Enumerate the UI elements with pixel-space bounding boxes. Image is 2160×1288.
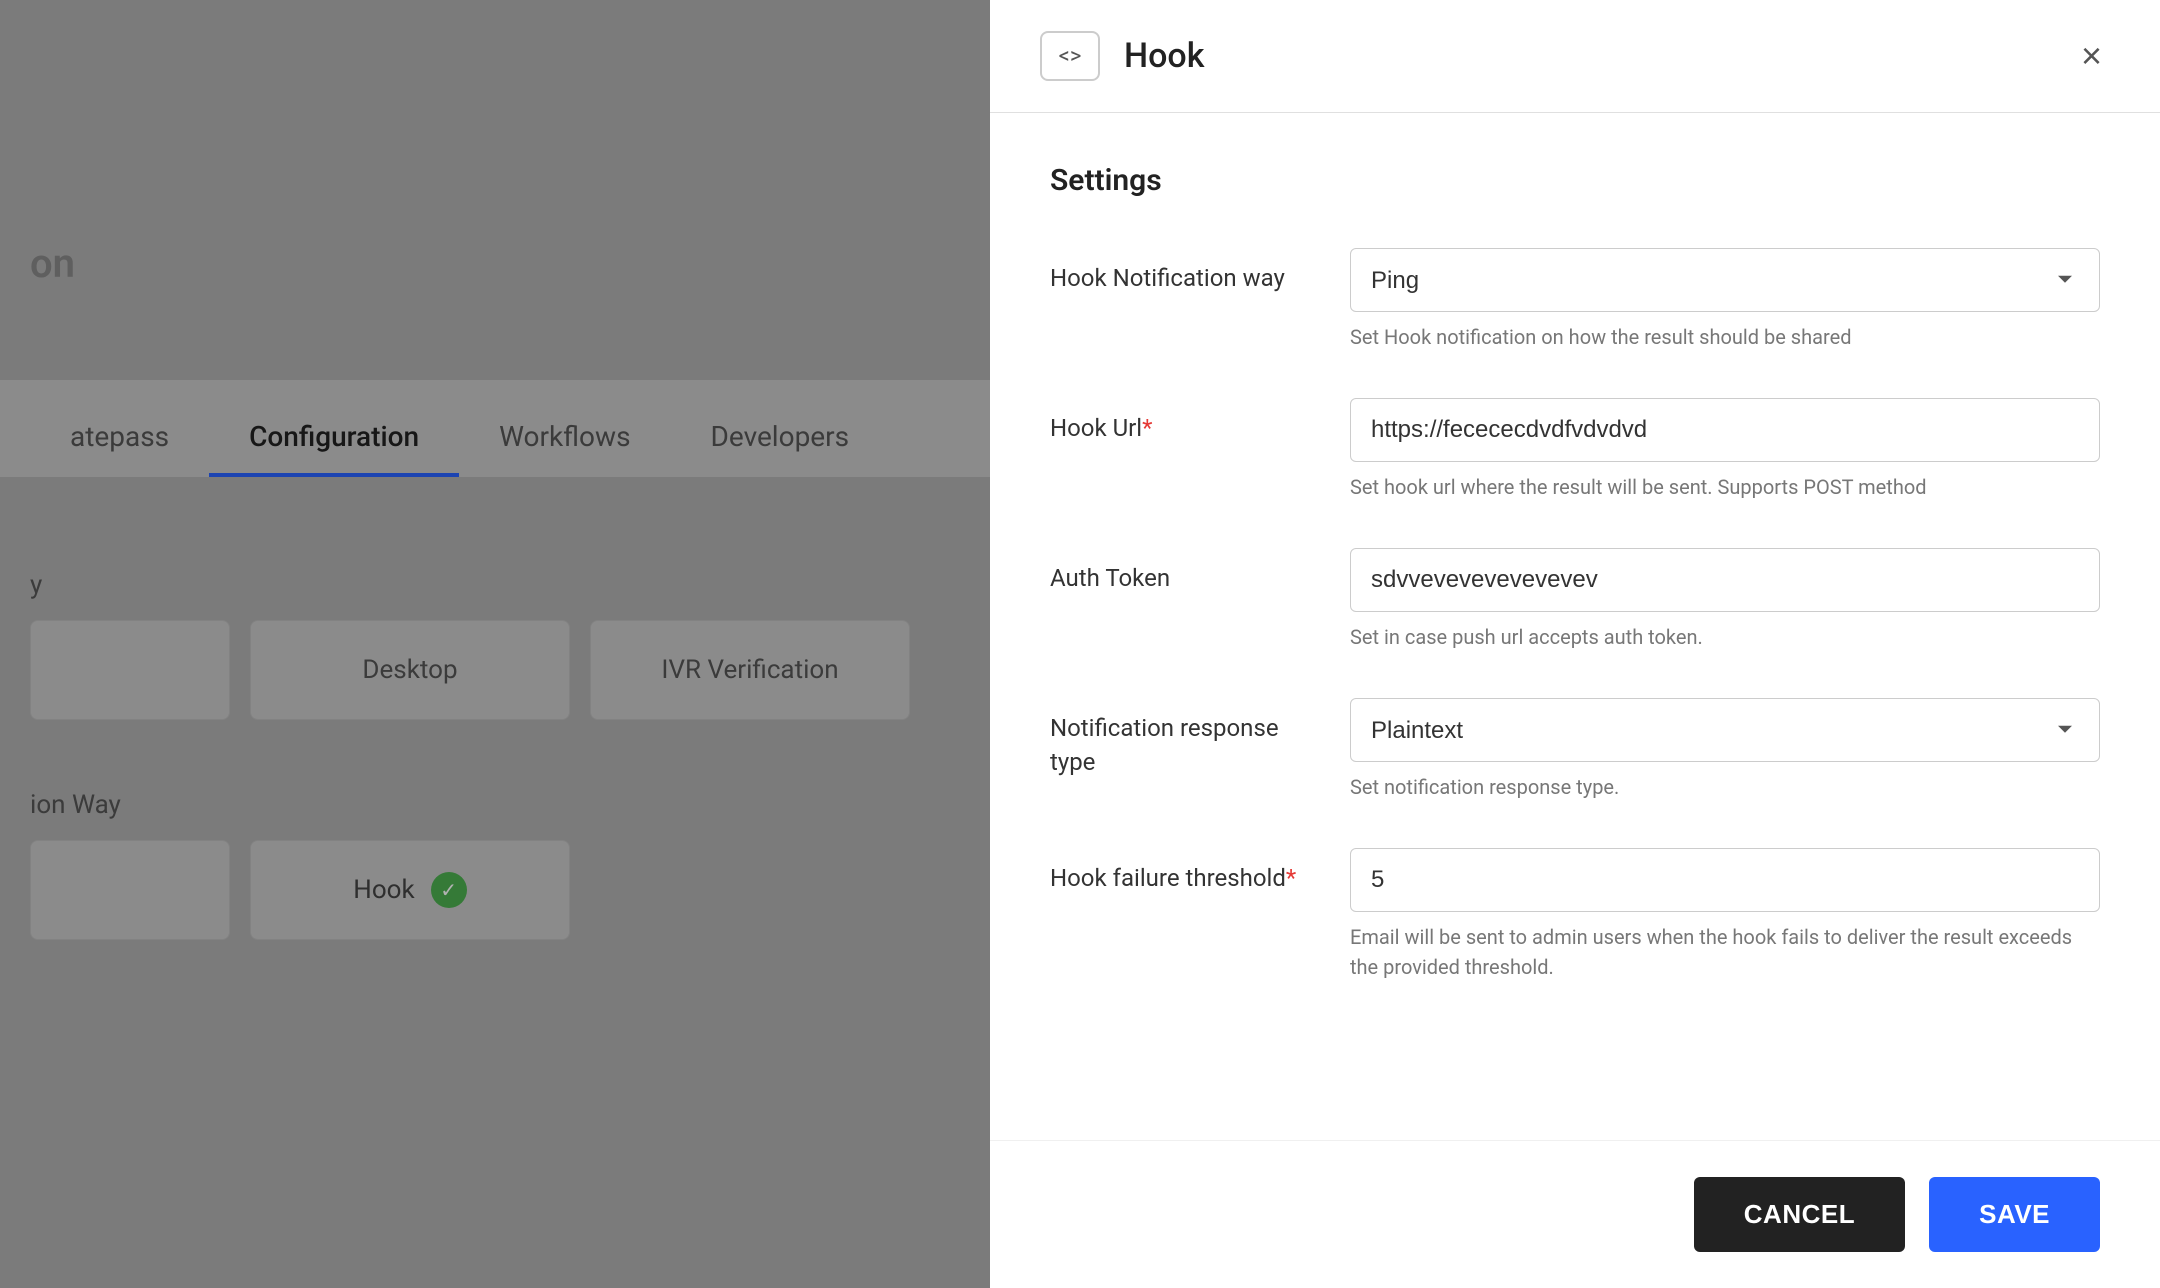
cancel-button[interactable]: CANCEL (1694, 1177, 1905, 1252)
form-row-response-type: Notification response type Plaintext JSO… (1050, 698, 2100, 802)
label-response-type: Notification response type (1050, 698, 1310, 779)
hint-auth-token: Set in case push url accepts auth token. (1350, 622, 2100, 652)
side-panel: <> Hook × Settings Hook Notification way… (990, 0, 2160, 1288)
code-icon: <> (1040, 31, 1100, 81)
label-hook-notification-way: Hook Notification way (1050, 248, 1310, 296)
field-wrap-hook-url: Set hook url where the result will be se… (1350, 398, 2100, 502)
settings-title: Settings (1050, 163, 2100, 198)
form-row-notification-way: Hook Notification way Ping Push Pull Set… (1050, 248, 2100, 352)
panel-header-left: <> Hook (1040, 31, 1204, 81)
hint-failure-threshold: Email will be sent to admin users when t… (1350, 922, 2100, 982)
label-hook-url: Hook Url* (1050, 398, 1310, 446)
field-wrap-failure-threshold: Email will be sent to admin users when t… (1350, 848, 2100, 982)
field-wrap-auth-token: Set in case push url accepts auth token. (1350, 548, 2100, 652)
close-button[interactable]: × (2073, 30, 2110, 82)
input-hook-url[interactable] (1350, 398, 2100, 462)
hint-hook-url: Set hook url where the result will be se… (1350, 472, 2100, 502)
label-auth-token: Auth Token (1050, 548, 1310, 596)
select-notification-response-type[interactable]: Plaintext JSON XML (1350, 698, 2100, 762)
panel-header: <> Hook × (990, 0, 2160, 113)
form-row-hook-url: Hook Url* Set hook url where the result … (1050, 398, 2100, 502)
field-wrap-response-type: Plaintext JSON XML Set notification resp… (1350, 698, 2100, 802)
required-asterisk-threshold: * (1286, 864, 1296, 892)
form-row-failure-threshold: Hook failure threshold* Email will be se… (1050, 848, 2100, 982)
label-failure-threshold: Hook failure threshold* (1050, 848, 1310, 896)
overlay-dim (0, 0, 990, 1288)
input-auth-token[interactable] (1350, 548, 2100, 612)
hint-response-type: Set notification response type. (1350, 772, 2100, 802)
save-button[interactable]: SAVE (1929, 1177, 2100, 1252)
required-asterisk-url: * (1142, 414, 1152, 442)
code-icon-label: <> (1059, 44, 1082, 69)
panel-title: Hook (1124, 36, 1204, 76)
input-hook-failure-threshold[interactable] (1350, 848, 2100, 912)
hint-hook-notification-way: Set Hook notification on how the result … (1350, 322, 2100, 352)
panel-body: Settings Hook Notification way Ping Push… (990, 113, 2160, 1140)
panel-footer: CANCEL SAVE (990, 1140, 2160, 1288)
form-row-auth-token: Auth Token Set in case push url accepts … (1050, 548, 2100, 652)
select-hook-notification-way[interactable]: Ping Push Pull (1350, 248, 2100, 312)
field-wrap-notification-way: Ping Push Pull Set Hook notification on … (1350, 248, 2100, 352)
